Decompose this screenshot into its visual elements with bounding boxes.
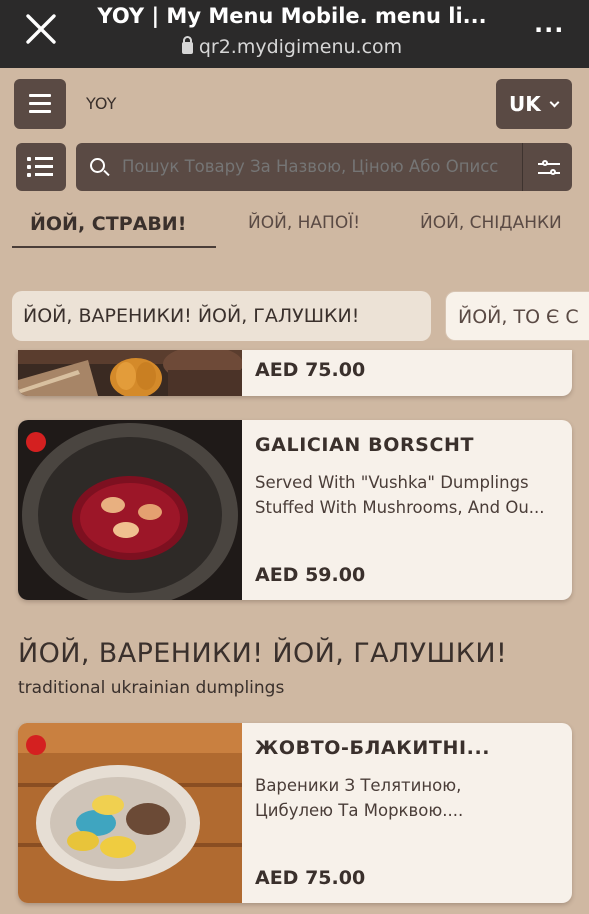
active-tab-indicator <box>12 246 216 248</box>
promo-badge-icon <box>26 432 46 452</box>
lock-icon <box>181 36 193 54</box>
item-name: GALICIAN BORSCHT <box>255 434 475 456</box>
browser-page-title: YOY | My Menu Mobile. menu li... <box>97 4 487 28</box>
search-divider <box>522 143 523 191</box>
dish-image <box>18 420 242 600</box>
item-description: Вареники З Телятиною, Цибулею Та Морквою… <box>255 773 563 823</box>
more-options-button[interactable]: ... <box>534 10 564 38</box>
menu-button[interactable] <box>14 79 66 129</box>
chevron-down-icon <box>549 97 560 108</box>
menu-item-card[interactable]: AED 75.00 <box>18 350 572 396</box>
tab-breakfasts[interactable]: ЙОЙ, СНІДАНКИ <box>420 213 589 233</box>
item-price: AED 59.00 <box>255 564 366 586</box>
item-name: ЖОВТО-БЛАКИТНІ... <box>255 737 491 759</box>
promo-badge-icon <box>26 735 46 755</box>
dish-image <box>18 350 242 396</box>
section-subtitle: traditional ukrainian dumplings <box>18 678 285 698</box>
search-bar <box>76 143 572 191</box>
browser-url[interactable]: qr2.mydigimenu.com <box>92 36 492 58</box>
tab-drinks[interactable]: ЙОЙ, НАПОЇ! <box>248 213 360 233</box>
language-selector[interactable]: UK <box>496 79 572 129</box>
tab-dishes[interactable]: ЙОЙ, СТРАВИ! <box>30 213 186 235</box>
menu-item-card[interactable]: ЖОВТО-БЛАКИТНІ... Вареники З Телятиною, … <box>18 723 572 903</box>
chip-other-category[interactable]: ЙОЙ, ТО Є С <box>445 291 589 341</box>
chip-dumplings[interactable]: ЙОЙ, ВАРЕНИКИ! ЙОЙ, ГАЛУШКИ! <box>12 291 431 341</box>
url-text: qr2.mydigimenu.com <box>198 36 403 58</box>
section-title: ЙОЙ, ВАРЕНИКИ! ЙОЙ, ГАЛУШКИ! <box>18 638 508 669</box>
dish-image <box>18 723 242 903</box>
close-icon[interactable] <box>24 12 58 46</box>
item-description-line: Stuffed With Mushrooms, And Ou... <box>255 498 545 517</box>
item-description-line: Цибулею Та Морквою.... <box>255 801 464 820</box>
search-icon <box>90 158 105 173</box>
item-price: AED 75.00 <box>255 359 366 381</box>
language-label: UK <box>509 92 541 116</box>
item-description-line: Вареники З Телятиною, <box>255 776 462 795</box>
category-list-button[interactable] <box>16 143 66 191</box>
menu-item-card[interactable]: GALICIAN BORSCHT Served With "Vushka" Du… <box>18 420 572 600</box>
item-description-line: Served With "Vushka" Dumplings <box>255 473 529 492</box>
item-description: Served With "Vushka" Dumplings Stuffed W… <box>255 470 563 520</box>
search-input[interactable] <box>122 143 522 191</box>
item-price: AED 75.00 <box>255 867 366 889</box>
brand-name: YOY <box>86 94 117 113</box>
filter-icon[interactable] <box>538 157 560 179</box>
browser-top-bar: YOY | My Menu Mobile. menu li... qr2.myd… <box>0 0 589 68</box>
